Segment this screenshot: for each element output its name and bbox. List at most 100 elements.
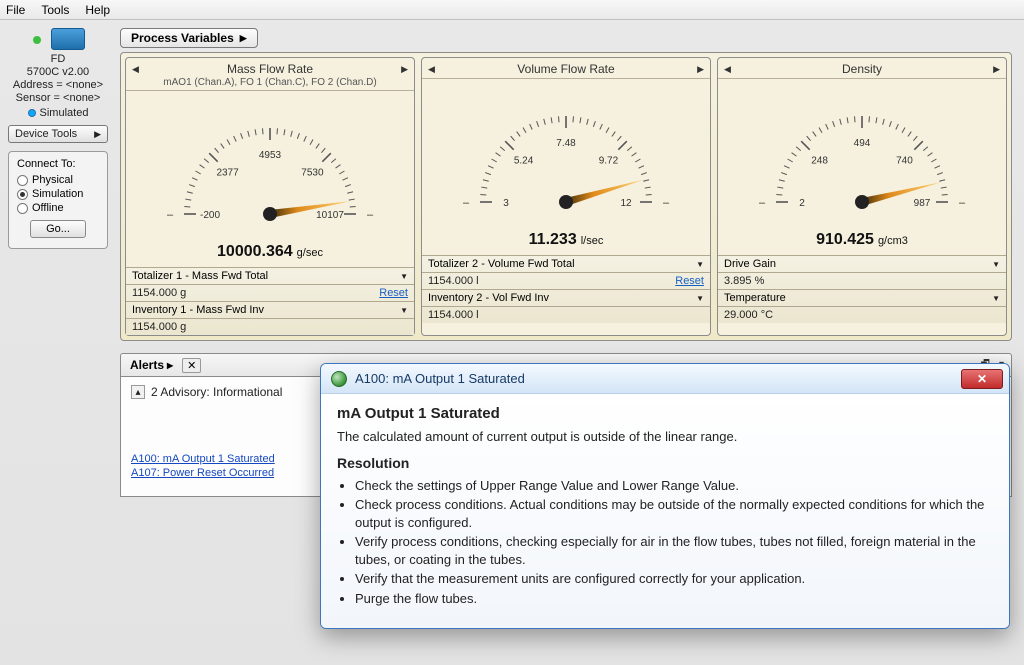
dropdown-2[interactable]: Inventory 2 - Vol Fwd Inv▼	[422, 290, 710, 307]
chevron-right-icon[interactable]: ▶	[401, 64, 408, 75]
value-2: 29.000 °C	[718, 307, 1006, 323]
dropdown-1[interactable]: Drive Gain▼	[718, 256, 1006, 273]
resolution-item: Purge the flow tubes.	[355, 590, 993, 608]
gauge-card-1: ◀ Volume Flow Rate ▶ 35.247.489.7212–– 1…	[421, 57, 711, 336]
chevron-down-icon: ▼	[400, 272, 408, 281]
svg-text:12: 12	[620, 198, 632, 209]
chevron-right-icon[interactable]: ▶	[697, 64, 704, 75]
process-variables-tab[interactable]: Process Variables ▶	[120, 28, 258, 48]
value-2: 1154.000 l	[422, 307, 710, 323]
device-icon	[51, 28, 85, 50]
simulated-icon	[28, 109, 36, 117]
dropdown-2[interactable]: Temperature▼	[718, 290, 1006, 307]
sidebar: FD 5700C v2.00 Address = <none> Sensor =…	[8, 28, 108, 249]
svg-text:2: 2	[799, 198, 805, 209]
gauge-dial: 2 248 494 740 987 – –	[742, 87, 982, 213]
svg-text:248: 248	[811, 156, 828, 167]
svg-text:7530: 7530	[301, 168, 324, 179]
resolution-list: Check the settings of Upper Range Value …	[339, 477, 993, 608]
svg-text:-200: -200	[200, 210, 220, 221]
reset-link[interactable]: Reset	[675, 275, 704, 287]
dropdown-2[interactable]: Inventory 1 - Mass Fwd Inv▼	[126, 302, 414, 319]
svg-text:10107: 10107	[316, 210, 344, 221]
svg-text:3: 3	[503, 198, 509, 209]
gauge-title: Mass Flow Rate	[148, 62, 392, 76]
svg-text:5.24: 5.24	[514, 156, 534, 167]
close-button[interactable]: ✕	[961, 369, 1003, 389]
gauge-header[interactable]: ◀ Density ▶	[718, 58, 1006, 79]
gauge-row: ◀ Mass Flow Rate mAO1 (Chan.A), FO 1 (Ch…	[120, 52, 1012, 341]
device-tools-button[interactable]: Device Tools ▶	[8, 125, 108, 143]
reset-link[interactable]: Reset	[379, 287, 408, 299]
gauge-dial: 35.247.489.7212––	[446, 87, 686, 213]
gauge-dial: -20023774953753010107––	[150, 99, 390, 225]
menu-tools[interactable]: Tools	[41, 3, 69, 17]
svg-text:740: 740	[896, 156, 913, 167]
gauge-header[interactable]: ◀ Volume Flow Rate ▶	[422, 58, 710, 79]
resolution-heading: Resolution	[337, 454, 993, 473]
alerts-tab-label: Alerts	[130, 358, 164, 372]
collapse-icon[interactable]: ▴	[131, 385, 145, 399]
radio-physical-label: Physical	[32, 174, 73, 186]
svg-text:987: 987	[914, 198, 931, 209]
menu-help[interactable]: Help	[85, 3, 110, 17]
chevron-down-icon: ▼	[696, 260, 704, 269]
process-variables-label: Process Variables	[131, 31, 234, 45]
gauge-unit: g/sec	[297, 247, 323, 259]
alerts-header: 2 Advisory: Informational	[151, 385, 282, 399]
menubar[interactable]: File Tools Help	[0, 0, 1024, 20]
resolution-item: Verify process conditions, checking espe…	[355, 533, 993, 568]
chevron-right-icon[interactable]: ▶	[993, 64, 1000, 75]
dropdown-1[interactable]: Totalizer 1 - Mass Fwd Total▼	[126, 268, 414, 285]
gauge-value: 10000.364g/sec	[217, 243, 323, 260]
alerts-tab[interactable]: Alerts ▶	[125, 356, 178, 374]
resolution-item: Check process conditions. Actual conditi…	[355, 496, 993, 531]
svg-text:–: –	[367, 209, 374, 221]
gauge-value: 910.425g/cm3	[816, 231, 908, 248]
svg-text:–: –	[167, 209, 174, 221]
gauge-value: 11.233l/sec	[529, 231, 604, 248]
alert-popup-title-text: A100: mA Output 1 Saturated	[355, 371, 525, 386]
chevron-left-icon[interactable]: ◀	[428, 64, 435, 75]
value-1: 1154.000 gReset	[126, 285, 414, 302]
device-name: FD	[51, 53, 66, 65]
radio-offline-label: Offline	[32, 202, 64, 214]
chevron-left-icon[interactable]: ◀	[132, 64, 139, 75]
value-1: 1154.000 lReset	[422, 273, 710, 290]
alerts-close-button[interactable]: ✕	[182, 358, 201, 373]
gauge-header[interactable]: ◀ Mass Flow Rate mAO1 (Chan.A), FO 1 (Ch…	[126, 58, 414, 91]
globe-icon	[331, 371, 347, 387]
chevron-down-icon: ▼	[992, 260, 1000, 269]
svg-text:–: –	[759, 197, 766, 209]
svg-text:494: 494	[854, 138, 871, 149]
gauge-title: Volume Flow Rate	[444, 62, 688, 76]
device-sensor: Sensor = <none>	[16, 92, 101, 104]
status-dot-icon	[33, 36, 41, 44]
value-2: 1154.000 g	[126, 319, 414, 335]
chevron-left-icon[interactable]: ◀	[724, 64, 731, 75]
gauge-unit: l/sec	[581, 235, 604, 247]
device-model: 5700C v2.00	[27, 66, 89, 78]
radio-offline[interactable]: Offline	[17, 202, 99, 214]
dropdown-1[interactable]: Totalizer 2 - Volume Fwd Total▼	[422, 256, 710, 273]
device-card: FD 5700C v2.00 Address = <none> Sensor =…	[8, 28, 108, 143]
menu-file[interactable]: File	[6, 3, 25, 17]
gauge-card-0: ◀ Mass Flow Rate mAO1 (Chan.A), FO 1 (Ch…	[125, 57, 415, 336]
chevron-down-icon: ▼	[696, 294, 704, 303]
alert-heading: mA Output 1 Saturated	[337, 404, 993, 424]
svg-text:4953: 4953	[259, 150, 282, 161]
chevron-down-icon: ▼	[400, 306, 408, 315]
connect-panel: Connect To: Physical Simulation Offline …	[8, 151, 108, 249]
chevron-right-icon: ▶	[167, 361, 173, 370]
gauge-unit: g/cm3	[878, 235, 908, 247]
radio-simulation[interactable]: Simulation	[17, 188, 99, 200]
chevron-down-icon: ▼	[992, 294, 1000, 303]
svg-text:–: –	[959, 197, 966, 209]
svg-text:–: –	[463, 197, 470, 209]
go-button[interactable]: Go...	[30, 220, 86, 238]
gauge-title: Density	[740, 62, 984, 76]
alert-popup-titlebar[interactable]: A100: mA Output 1 Saturated ✕	[321, 364, 1009, 394]
value-1: 3.895 %	[718, 273, 1006, 290]
alert-popup-body: mA Output 1 Saturated The calculated amo…	[321, 394, 1009, 628]
radio-physical[interactable]: Physical	[17, 174, 99, 186]
